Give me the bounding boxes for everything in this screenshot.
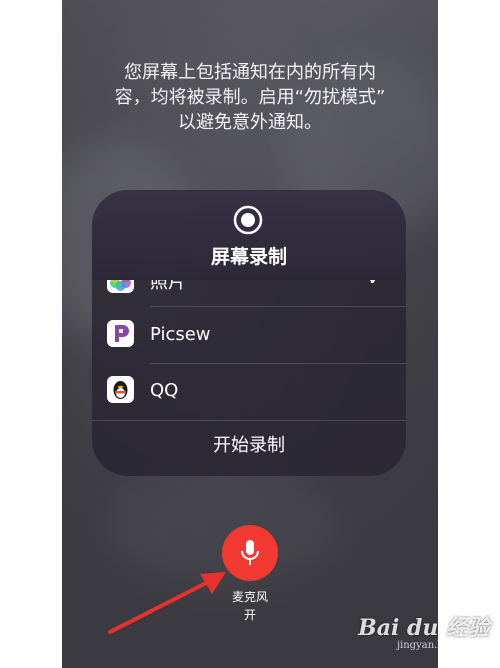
start-recording-area[interactable]: 开始录制 [92,420,406,476]
recording-notice: 您屏幕上包括通知在内的所有内 容，均将被录制。启用“勿扰模式” 以避免意外通知。 [82,60,418,135]
notice-line: 以避免意外通知。 [178,112,322,133]
baidu-jingyan-watermark: Bai du 经验 jingyan.baidu.com [346,610,496,651]
panel-header: 屏幕录制 [92,190,406,280]
app-label: 照片 [150,280,186,293]
app-option-picsew[interactable]: Picsew [92,308,406,364]
annotation-arrow [108,572,226,634]
broadcast-app-list[interactable]: 照片 ✓ Picsew [92,280,406,420]
watermark-logo-text: Bai du 经验 [358,615,490,641]
notice-line: 您屏幕上包括通知在内的所有内 [124,62,376,83]
notice-line: 容，均将被录制。启用“勿扰模式” [114,87,386,108]
app-label: Picsew [150,324,211,345]
record-icon [233,205,263,235]
watermark-url: jingyan.baidu.com [396,640,490,651]
app-option-qq[interactable]: QQ [92,364,406,420]
start-recording-button[interactable]: 开始录制 [92,431,406,457]
row-divider [150,306,406,307]
checkmark-icon: ✓ [367,280,384,290]
photos-app-icon [107,280,134,293]
panel-title: 屏幕录制 [210,246,287,268]
app-option-photos[interactable]: 照片 ✓ [92,280,406,308]
screen-recording-panel: 屏幕录制 照片 ✓ [92,190,406,476]
picsew-app-icon [107,320,134,347]
app-label: QQ [150,380,179,401]
qq-app-icon [107,376,134,403]
microphone-icon [241,540,259,565]
